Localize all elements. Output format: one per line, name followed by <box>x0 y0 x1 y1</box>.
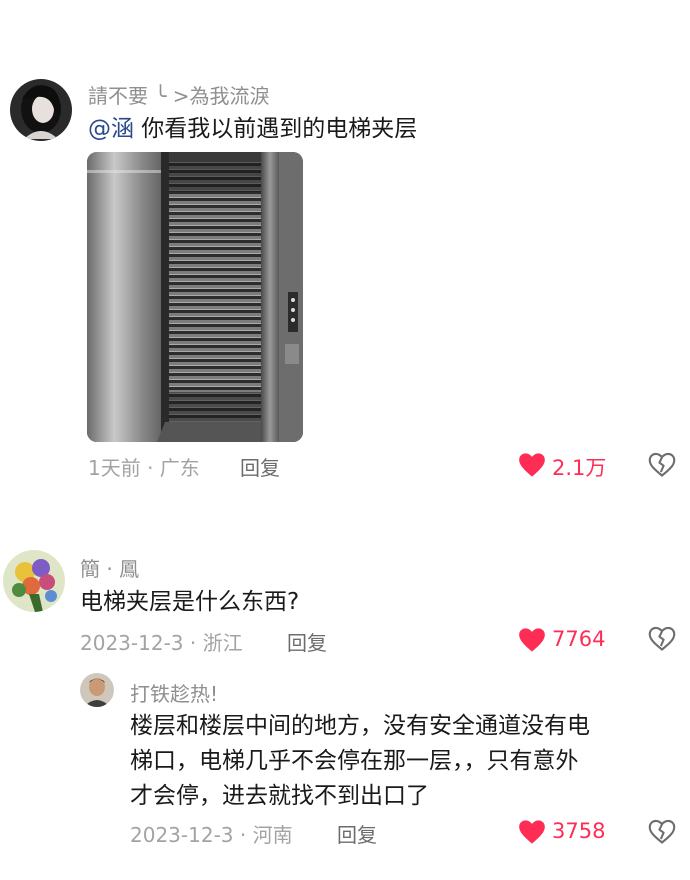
reply-username[interactable]: 打铁趁热! <box>130 678 218 707</box>
user-avatar[interactable] <box>80 673 114 707</box>
mention-link[interactable]: @涵 <box>88 116 134 142</box>
avatar-man-icon <box>80 673 114 707</box>
avatar-girl-icon <box>10 79 72 141</box>
comment-body: 电梯夹层是什么东西? <box>80 589 300 615</box>
user-avatar[interactable] <box>10 79 72 141</box>
like-count: 2.1万 <box>552 456 607 480</box>
user-avatar[interactable] <box>3 550 65 612</box>
like-count: 3758 <box>552 819 606 843</box>
reply-text-line: 才会停，进去就找不到出口了 <box>130 783 429 809</box>
reply-text-line: 楼层和楼层中间的地方，没有安全通道没有电 <box>130 713 590 739</box>
like-button[interactable]: 3758 <box>518 817 618 847</box>
reply-button[interactable]: 回复 <box>287 627 327 656</box>
heart-icon <box>519 453 545 477</box>
comment-username[interactable]: 簡 · 鳳 <box>80 553 139 582</box>
comment-username[interactable]: 請不要 ╰ >為我流淚 <box>88 80 270 109</box>
avatar-flowers-icon <box>3 550 65 612</box>
reply-meta: 2023-12-3 · 河南 <box>130 823 293 847</box>
reply-button[interactable]: 回复 <box>337 819 377 848</box>
like-count: 7764 <box>552 627 606 651</box>
comment-meta: 2023-12-3 · 浙江 <box>80 631 243 655</box>
like-button[interactable]: 2.1万 <box>518 450 618 480</box>
dislike-broken-heart-icon[interactable] <box>648 451 676 479</box>
heart-icon <box>519 820 545 844</box>
elevator-photo-image <box>87 152 303 442</box>
heart-icon <box>519 628 545 652</box>
dislike-broken-heart-icon[interactable] <box>648 818 676 846</box>
comment-body: 你看我以前遇到的电梯夹层 <box>134 116 418 142</box>
reply-text-line: 梯口，电梯几乎不会停在那一层，，只有意外 <box>130 748 579 774</box>
reply-button[interactable]: 回复 <box>240 452 280 481</box>
like-button[interactable]: 7764 <box>518 625 618 655</box>
dislike-broken-heart-icon[interactable] <box>648 625 676 653</box>
comment-text: @涵 你看我以前遇到的电梯夹层 <box>88 112 417 147</box>
comment-meta: 1天前 · 广东 <box>88 456 200 480</box>
comment-photo[interactable] <box>87 152 303 442</box>
reply-body: 楼层和楼层中间的地方，没有安全通道没有电 梯口，电梯几乎不会停在那一层，，只有意… <box>130 709 670 814</box>
